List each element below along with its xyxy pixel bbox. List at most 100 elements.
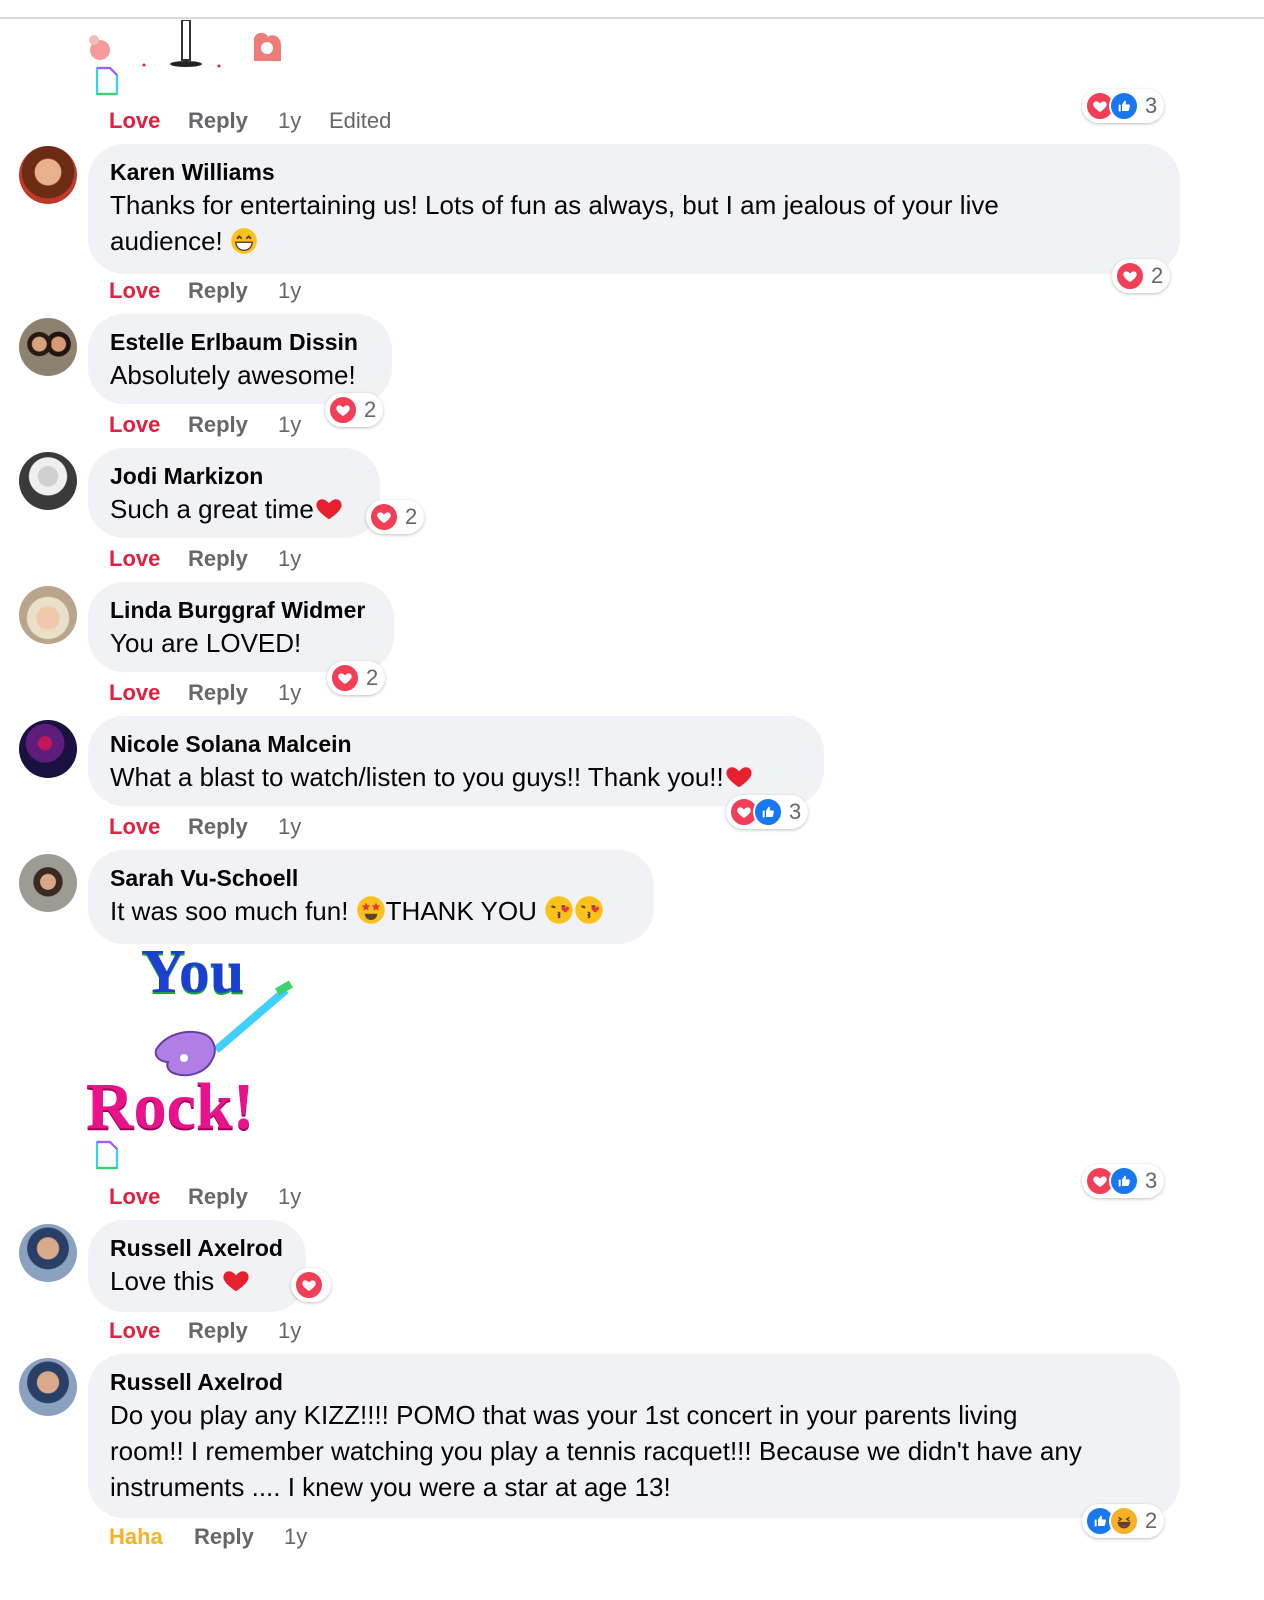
comment-author[interactable]: Karen Williams [110, 157, 1158, 187]
reaction-summary[interactable]: 2 [325, 393, 384, 427]
comment-bubble: Sarah Vu-Schoell It was soo much fun! TH… [88, 850, 654, 944]
love-reaction-button[interactable]: Love [109, 276, 160, 306]
reaction-count: 2 [364, 397, 377, 422]
haha-reaction-button[interactable]: Haha [109, 1522, 163, 1552]
reply-button[interactable]: Reply [188, 544, 248, 574]
heart-icon [328, 395, 358, 425]
comment-author[interactable]: Russell Axelrod [110, 1367, 1158, 1397]
comment-text: Absolutely awesome! [110, 360, 356, 390]
reaction-summary[interactable]: 3 [726, 795, 809, 829]
avatar[interactable] [19, 452, 77, 510]
red-heart-emoji [221, 1265, 251, 1295]
heart-icon [294, 1270, 324, 1300]
reaction-summary[interactable]: 2 [327, 661, 386, 695]
heart-icon [330, 663, 360, 693]
timestamp[interactable]: 1y [278, 678, 301, 708]
comment-text: Such a great time [110, 491, 358, 527]
reply-button[interactable]: Reply [188, 410, 248, 440]
comment-text-content: Such a great time [110, 494, 314, 524]
reaction-summary[interactable]: 2 [1082, 1504, 1165, 1538]
comment-bubble: Karen Williams Thanks for entertaining u… [88, 144, 1180, 274]
avatar[interactable] [19, 720, 77, 778]
reaction-summary[interactable] [291, 1268, 331, 1302]
comment-text-line: Do you play any KIZZ!!!! POMO that was y… [110, 1400, 1018, 1430]
avatar[interactable] [19, 854, 77, 912]
comment-text-line: room!! I remember watching you play a te… [110, 1436, 1082, 1466]
reply-button[interactable]: Reply [188, 1316, 248, 1346]
reply-button[interactable]: Reply [188, 678, 248, 708]
avatar[interactable] [19, 146, 77, 204]
love-reaction-button[interactable]: Love [109, 106, 160, 136]
reply-button[interactable]: Reply [194, 1522, 254, 1552]
comment-bubble: Estelle Erlbaum Dissin Absolutely awesom… [88, 314, 392, 404]
reaction-summary[interactable]: 3 [1082, 1164, 1165, 1198]
thumbs-up-icon [1109, 1166, 1139, 1196]
comment-author[interactable]: Russell Axelrod [110, 1233, 284, 1263]
comment-text-content: What a blast to watch/listen to you guys… [110, 762, 724, 792]
reaction-summary[interactable]: 2 [366, 500, 425, 534]
comment-bubble: Russell Axelrod Do you play any KIZZ!!!!… [88, 1354, 1180, 1518]
timestamp[interactable]: 1y [278, 544, 301, 574]
comment-text: audience! [110, 226, 230, 256]
love-reaction-button[interactable]: Love [109, 410, 160, 440]
reaction-summary[interactable]: 2 [1112, 259, 1171, 293]
reaction-count: 2 [1151, 263, 1164, 288]
reaction-count: 3 [789, 799, 802, 824]
timestamp[interactable]: 1y [278, 1316, 301, 1346]
comment-text: You are LOVED! [110, 628, 302, 658]
love-reaction-button[interactable]: Love [109, 544, 160, 574]
reply-button[interactable]: Reply [188, 276, 248, 306]
you-rock-sticker[interactable]: You Rock! [86, 940, 296, 1142]
comment-text-line2: audience! [110, 223, 1158, 259]
love-reaction-button[interactable]: Love [109, 1316, 160, 1346]
timestamp[interactable]: 1y [278, 276, 301, 306]
comment-text-part: THANK YOU [385, 896, 545, 926]
comment-text: What a blast to watch/listen to you guys… [110, 759, 802, 795]
reply-button[interactable]: Reply [188, 1182, 248, 1212]
comment-author[interactable]: Jodi Markizon [110, 461, 358, 491]
reaction-count: 2 [1145, 1508, 1158, 1533]
face-blowing-kiss-emoji [544, 895, 574, 925]
comment-author[interactable]: Estelle Erlbaum Dissin [110, 327, 370, 357]
red-heart-emoji [724, 761, 754, 791]
reply-button[interactable]: Reply [188, 812, 248, 842]
comment-author[interactable]: Nicole Solana Malcein [110, 729, 802, 759]
broken-image-icon [95, 66, 119, 96]
star-struck-emoji [356, 895, 386, 925]
thumbs-up-icon [1109, 91, 1139, 121]
sticker-image [89, 20, 281, 68]
love-reaction-button[interactable]: Love [109, 678, 160, 708]
edited-label[interactable]: Edited [329, 106, 391, 136]
comment-author[interactable]: Sarah Vu-Schoell [110, 863, 632, 893]
laughing-face-icon [1109, 1506, 1139, 1536]
comment-bubble: Russell Axelrod Love this [88, 1220, 306, 1312]
comment-author[interactable]: Linda Burggraf Widmer [110, 595, 372, 625]
broken-image-icon [95, 1140, 119, 1170]
reaction-summary[interactable]: 3 [1082, 89, 1165, 123]
reaction-count: 3 [1145, 93, 1158, 118]
comment-bubble: Linda Burggraf Widmer You are LOVED! [88, 582, 394, 672]
reaction-count: 2 [405, 504, 418, 529]
comment-text: Love this [110, 1263, 284, 1299]
love-reaction-button[interactable]: Love [109, 812, 160, 842]
red-heart-emoji [314, 493, 344, 523]
avatar[interactable] [19, 318, 77, 376]
timestamp[interactable]: 1y [284, 1522, 307, 1552]
timestamp[interactable]: 1y [278, 106, 301, 136]
thumbs-up-icon [753, 797, 783, 827]
avatar[interactable] [19, 1224, 77, 1282]
avatar[interactable] [19, 586, 77, 644]
comment-text: It was soo much fun! THANK YOU [110, 893, 632, 929]
timestamp[interactable]: 1y [278, 1182, 301, 1212]
comment-text-content: Love this [110, 1266, 222, 1296]
love-reaction-button[interactable]: Love [109, 1182, 160, 1212]
comment-bubble: Nicole Solana Malcein What a blast to wa… [88, 716, 824, 806]
comment-text-line: instruments .... I knew you were a star … [110, 1472, 671, 1502]
avatar[interactable] [19, 1358, 77, 1416]
heart-icon [1115, 261, 1145, 291]
comment-text: Thanks for entertaining us! Lots of fun … [110, 190, 999, 220]
timestamp[interactable]: 1y [278, 410, 301, 440]
reply-button[interactable]: Reply [188, 106, 248, 136]
comment-text-part: It was soo much fun! [110, 896, 356, 926]
timestamp[interactable]: 1y [278, 812, 301, 842]
